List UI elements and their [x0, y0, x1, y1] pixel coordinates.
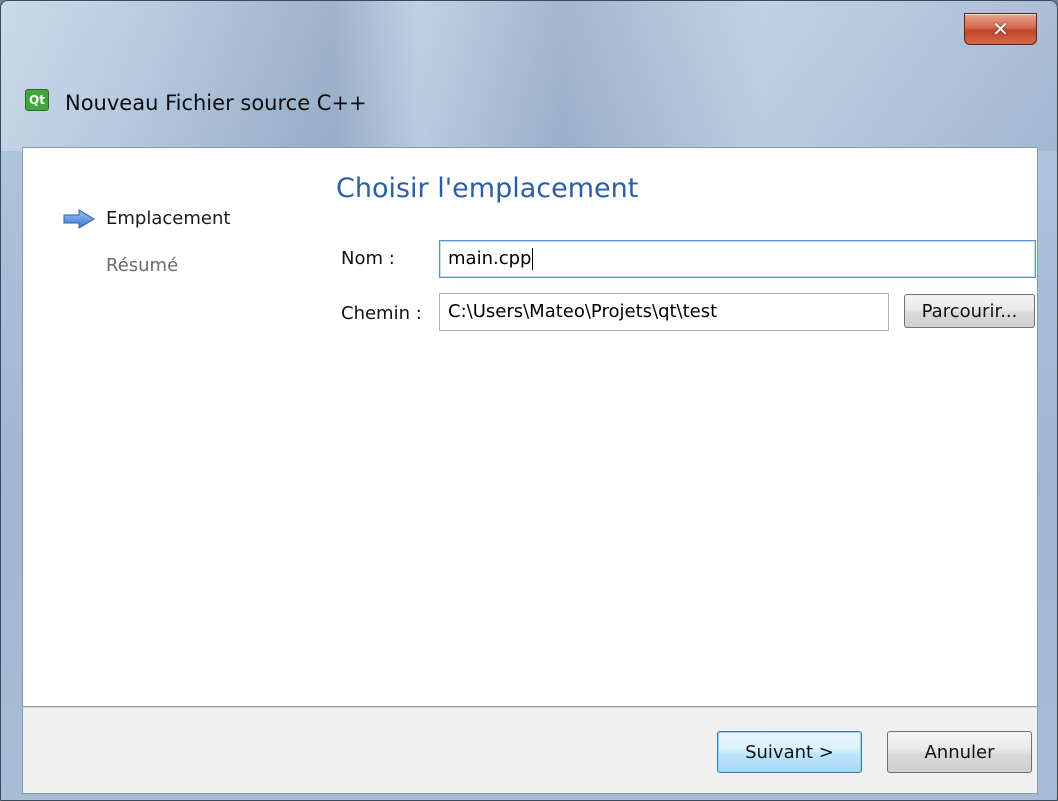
wizard-content: Emplacement Résumé Choisir l'emplacement…: [22, 147, 1038, 707]
next-button[interactable]: Suivant >: [717, 731, 862, 773]
window-title: Nouveau Fichier source C++: [65, 91, 367, 115]
title-bar-glass: [1, 1, 1057, 151]
qt-creator-icon: Qt: [25, 89, 49, 111]
wizard-footer: Suivant > Annuler: [22, 707, 1038, 794]
next-button-label: Suivant >: [745, 741, 834, 763]
name-label: Nom :: [341, 248, 395, 269]
cancel-button[interactable]: Annuler: [887, 731, 1032, 773]
path-label: Chemin :: [341, 303, 422, 324]
path-input-value: C:\Users\Mateo\Projets\qt\test: [448, 301, 718, 322]
arrow-right-icon: [63, 209, 95, 229]
close-button[interactable]: ✕: [964, 13, 1037, 45]
close-icon: ✕: [992, 17, 1009, 41]
browse-button-label: Parcourir...: [921, 300, 1018, 322]
text-caret: [532, 248, 534, 270]
sidebar-step-emplacement: Emplacement: [106, 208, 231, 229]
browse-button[interactable]: Parcourir...: [904, 294, 1035, 328]
name-input-value: main.cpp: [448, 248, 532, 269]
page-title: Choisir l'emplacement: [336, 173, 639, 204]
sidebar-step-resume: Résumé: [106, 255, 179, 276]
cancel-button-label: Annuler: [924, 741, 995, 763]
name-input[interactable]: main.cpp: [439, 240, 1036, 278]
dialog-window: ✕ Qt Nouveau Fichier source C++ Emplacem…: [0, 0, 1058, 801]
path-input[interactable]: C:\Users\Mateo\Projets\qt\test: [439, 293, 889, 331]
